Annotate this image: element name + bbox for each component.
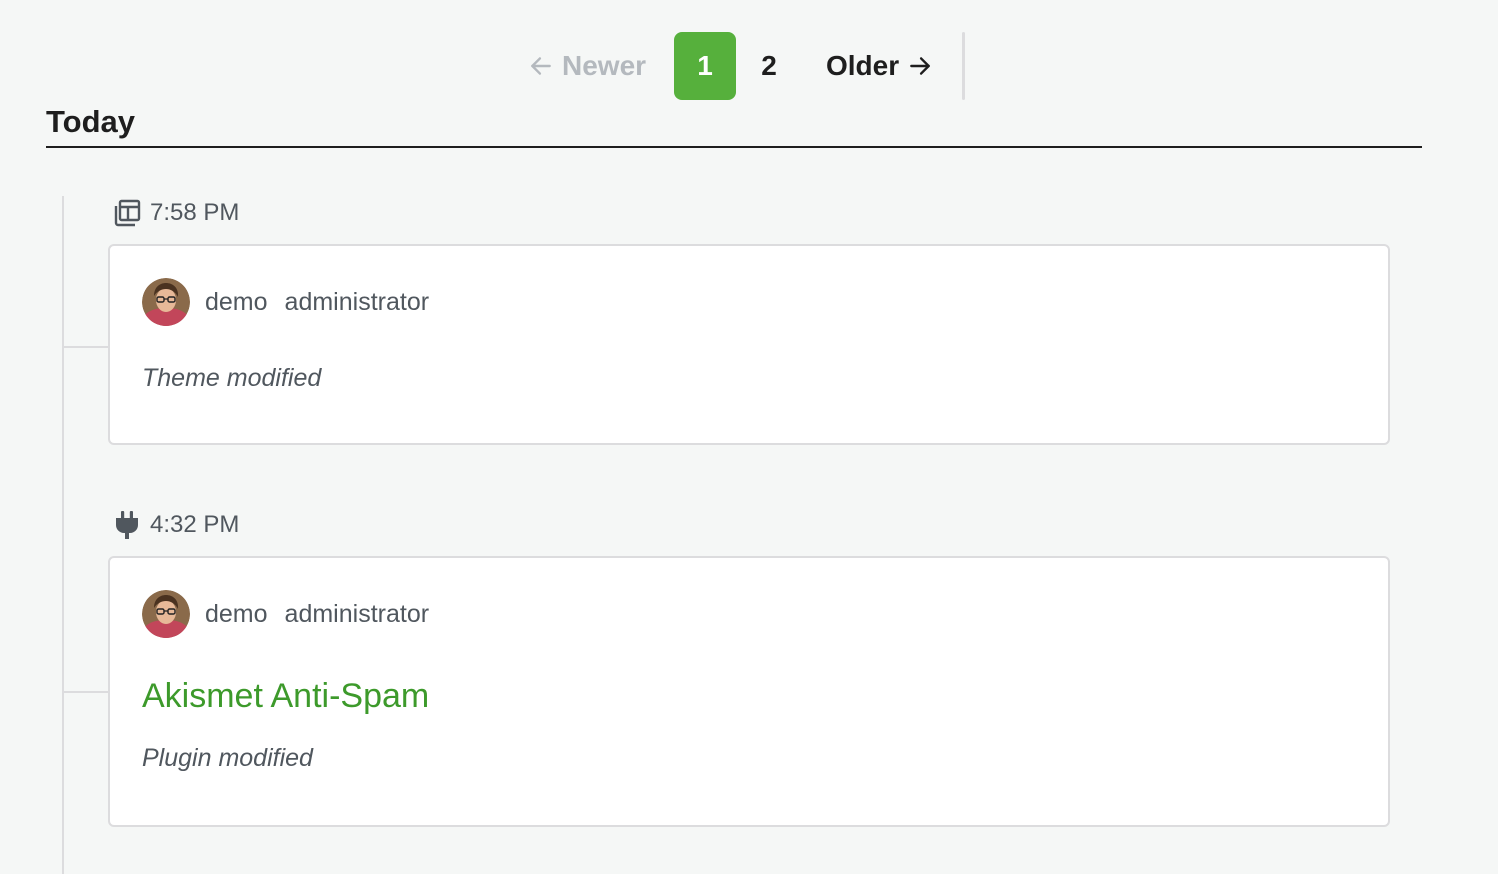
arrow-left-icon — [531, 57, 551, 75]
username[interactable]: demo — [205, 288, 268, 317]
day-heading: Today — [46, 104, 1422, 148]
newer-label: Newer — [562, 50, 647, 81]
page-1-button[interactable]: 1 — [674, 32, 736, 100]
entry-time-label: 7:58 PM — [150, 199, 240, 226]
action-text: Theme modified — [142, 364, 322, 392]
arrow-right-icon — [910, 57, 930, 75]
timeline-connector — [62, 346, 108, 348]
timeline-line — [62, 196, 64, 874]
entry-time: 4:32 PM — [112, 510, 239, 540]
page-2-button[interactable]: 2 — [748, 32, 790, 100]
avatar — [142, 278, 190, 326]
plugin-name-link[interactable]: Akismet Anti-Spam — [142, 677, 429, 716]
entry-time: 7:58 PM — [112, 198, 239, 228]
username[interactable]: demo — [205, 600, 268, 629]
older-label: Older — [826, 50, 900, 81]
user-row: demo administrator — [142, 590, 429, 638]
avatar — [142, 590, 190, 638]
pagination-divider — [962, 32, 965, 100]
timeline-connector — [62, 691, 108, 693]
newer-link[interactable]: Newer — [528, 49, 646, 83]
user-row: demo administrator — [142, 278, 429, 326]
activity-card: demo administrator Theme modified — [108, 244, 1390, 445]
entry-time-label: 4:32 PM — [150, 511, 240, 538]
theme-icon — [114, 199, 141, 227]
activity-card: demo administrator Akismet Anti-Spam Plu… — [108, 556, 1390, 827]
user-role: administrator — [284, 287, 430, 316]
older-link[interactable]: Older — [826, 49, 933, 83]
user-role: administrator — [284, 599, 430, 628]
plug-icon — [116, 511, 138, 539]
action-text: Plugin modified — [142, 744, 313, 772]
